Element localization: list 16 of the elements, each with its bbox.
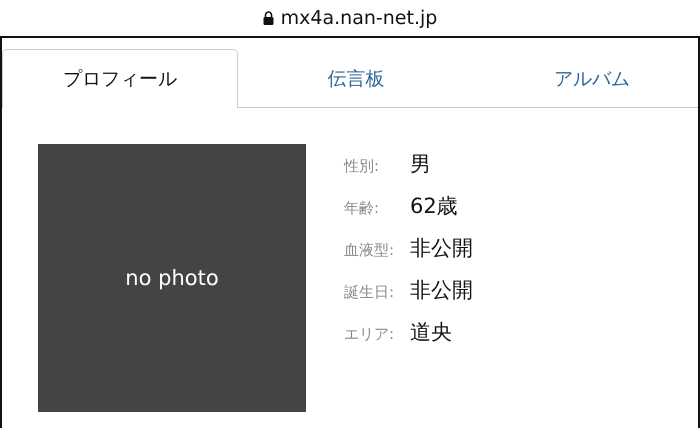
field-value: 非公開 [410,277,473,304]
field-value: 62歳 [410,193,458,220]
field-label: 性別: [344,157,380,176]
tab[interactable]: プロフィール [2,49,238,108]
field-label: 血液型: [344,241,396,260]
field-value: 非公開 [410,235,473,262]
field-value: 道央 [410,319,452,346]
tab[interactable]: 伝言板 [238,49,474,108]
lock-icon [262,11,274,25]
no-photo-text: no photo [125,266,219,290]
url-text[interactable]: mx4a.nan-net.jp [280,7,438,29]
field-value: 男 [410,151,431,178]
field-label: 誕生日: [344,283,396,302]
tab[interactable]: アルバム [474,49,700,108]
field-label: 年齢: [344,199,380,218]
field-label: エリア: [344,325,396,344]
